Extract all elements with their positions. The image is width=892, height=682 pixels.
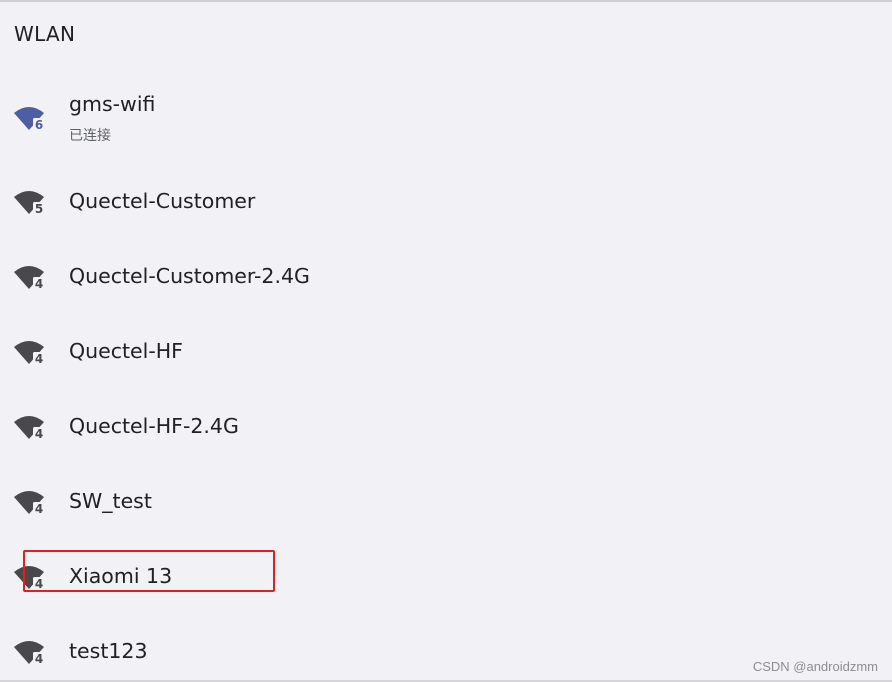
network-ssid: Quectel-Customer-2.4G <box>69 264 310 288</box>
network-ssid: Quectel-Customer <box>69 189 256 213</box>
wifi-signal-icon: 4 <box>14 341 45 366</box>
network-ssid: test123 <box>69 639 148 663</box>
highlight-box <box>23 550 275 592</box>
signal-badge: 4 <box>35 277 43 291</box>
signal-badge: 5 <box>35 202 43 216</box>
signal-badge: 4 <box>35 652 43 666</box>
wifi-signal-icon: 4 <box>14 416 45 441</box>
network-ssid: Quectel-HF <box>69 339 183 363</box>
watermark: CSDN @androidzmm <box>752 659 878 674</box>
network-ssid: SW_test <box>69 489 152 513</box>
wifi-signal-icon: 5 <box>14 191 45 216</box>
network-item-quectel-customer-2-4g[interactable]: 4 Quectel-Customer-2.4G <box>0 247 892 307</box>
network-item-quectel-customer[interactable]: 5 Quectel-Customer <box>0 172 892 232</box>
network-item-sw-test[interactable]: 4 SW_test <box>0 472 892 532</box>
wifi-signal-icon: 4 <box>14 266 45 291</box>
wifi-signal-icon: 4 <box>14 491 45 516</box>
network-item-gms-wifi[interactable]: 6 gms-wifi 已连接 <box>0 90 892 150</box>
signal-badge: 4 <box>35 352 43 366</box>
network-item-quectel-hf[interactable]: 4 Quectel-HF <box>0 322 892 382</box>
network-ssid: Quectel-HF-2.4G <box>69 414 239 438</box>
wifi-signal-icon: 4 <box>14 641 45 666</box>
network-status: 已连接 <box>69 128 111 144</box>
wifi-signal-connected-icon: 6 <box>14 107 45 132</box>
signal-badge: 4 <box>35 427 43 441</box>
signal-badge: 6 <box>35 118 43 132</box>
network-item-quectel-hf-2-4g[interactable]: 4 Quectel-HF-2.4G <box>0 397 892 457</box>
signal-badge: 4 <box>35 502 43 516</box>
network-ssid: gms-wifi <box>69 92 156 116</box>
